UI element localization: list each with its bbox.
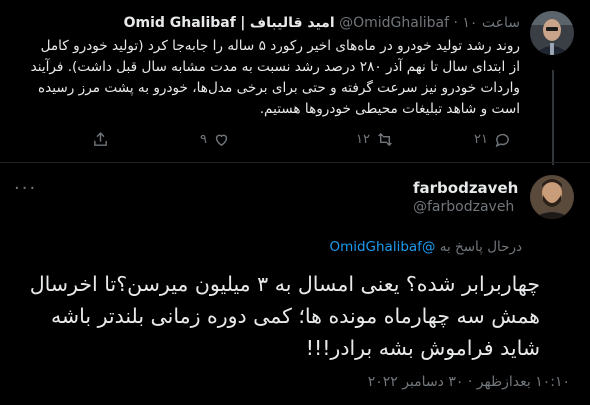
reply-tweet-text: چهاربرابر شده؟ یعنی امسال به ۳ میلیون می… [29,272,540,360]
reply-timestamp[interactable]: ۱۰:۱۰ بعدازظهر · ۳۰ دسامبر ۲۰۲۲ [368,374,570,390]
replying-to-handle[interactable]: @OmidGhalibaf [329,239,435,255]
parent-time[interactable]: ۱۰ ساعت [462,15,520,31]
like-count: ۹ [200,132,207,147]
retweet-count: ۱۲ [356,132,370,147]
like-action[interactable]: ۹ [200,131,230,148]
replying-to-label: درحال پاسخ به [439,239,522,255]
reply-handle[interactable]: @farbodzaveh [413,199,514,215]
parent-handle[interactable]: @OmidGhalibaf [339,15,449,31]
retweet-action[interactable]: ۱۲ [356,131,394,148]
header-dot: · [453,15,458,31]
parent-display-name-fa[interactable]: امید قالیباف [250,15,335,31]
reply-display-name[interactable]: farbodzaveh [413,179,518,197]
parent-tweet-text: روند رشد تولید خودرو در ماه‌های اخیر رکو… [30,38,520,117]
like-icon [213,131,230,148]
reply-icon [494,131,511,148]
replying-to: درحال پاسخ به @OmidGhalibaf [329,239,522,255]
name-separator: | [240,15,246,31]
share-action[interactable] [92,131,109,148]
retweet-icon [376,131,394,148]
parent-tweet-actions: ۲۱ ۱۲ ۹ [0,131,590,151]
reply-count: ۲۱ [474,132,488,147]
reply-avatar[interactable] [530,175,574,219]
tweet-divider [0,162,590,163]
parent-display-name-en[interactable]: Omid Ghalibaf [124,15,236,31]
reply-action[interactable]: ۲۱ [474,131,511,148]
parent-tweet-header: Omid Ghalibaf | امید قالیباف @OmidGhalib… [124,15,520,31]
more-icon[interactable]: ··· [14,178,37,199]
parent-avatar[interactable] [530,11,574,55]
share-icon [92,131,109,148]
